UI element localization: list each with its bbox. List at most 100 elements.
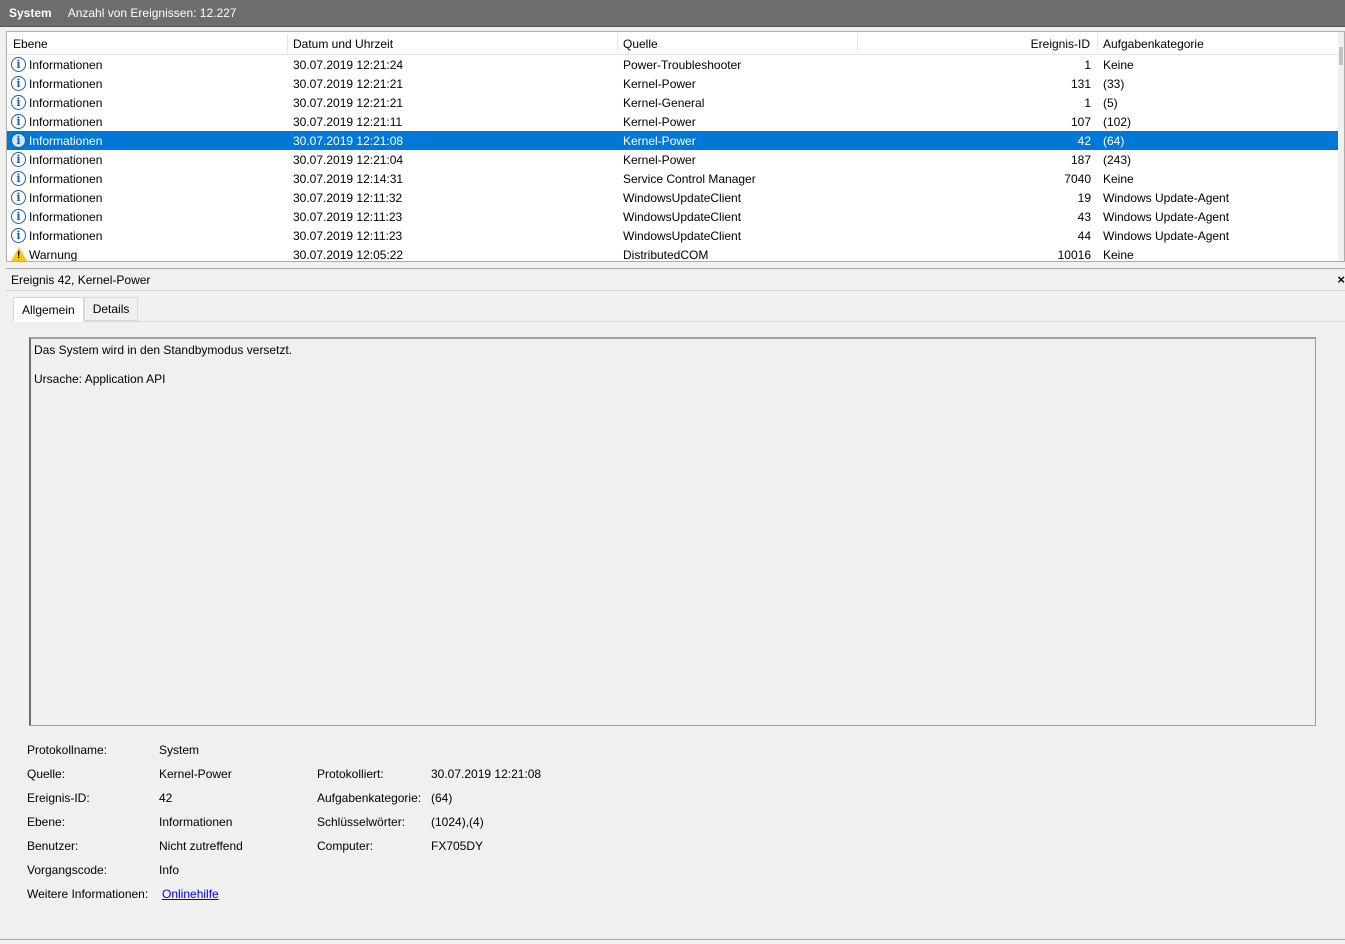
event-level-cell: Informationen [29, 191, 103, 205]
event-source-cell: Kernel-Power [623, 134, 696, 148]
event-rows: i Informationen 30.07.2019 12:21:24 Power-T… [7, 55, 1344, 262]
event-row[interactable]: i Informationen 30.07.2019 12:21:24 Power-T… [7, 55, 1338, 74]
event-task-cell: Windows Update-Agent [1103, 210, 1230, 224]
opcode-value: Info [159, 863, 180, 877]
event-row[interactable]: i Informationen 30.07.2019 12:11:32 Windows… [7, 188, 1338, 207]
computer-value: FX705DY [431, 839, 484, 853]
event-source-cell: DistributedCOM [623, 248, 709, 262]
event-message-box[interactable]: Das System wird in den Standbymodus vers… [29, 337, 1316, 726]
more-info-label: Weitere Informationen: [27, 887, 149, 901]
event-message-line: Ursache: Application API [34, 372, 166, 386]
event-row[interactable]: i Informationen 30.07.2019 12:14:31 Service… [7, 169, 1338, 188]
column-separator[interactable] [1097, 34, 1098, 53]
column-separator[interactable] [857, 34, 858, 53]
event-level-cell: Informationen [29, 134, 103, 148]
vertical-scrollbar[interactable] [1338, 32, 1344, 261]
info-icon: i [11, 190, 26, 205]
event-id-cell: 7040 [1064, 172, 1091, 186]
event-row[interactable]: i Informationen 30.07.2019 12:21:21 Kernel-… [7, 93, 1338, 112]
info-icon: i [11, 114, 26, 129]
event-date-cell: 30.07.2019 12:11:23 [293, 210, 403, 224]
event-id-label: Ereignis-ID: [27, 791, 90, 805]
tab-general[interactable]: Allgemein [13, 297, 84, 322]
event-level-cell: Warnung [29, 248, 78, 262]
column-header-level[interactable]: Ebene [13, 37, 48, 51]
online-help-link[interactable]: Onlinehilfe [162, 887, 219, 901]
title-bar: System Anzahl von Ereignissen: 12.227 [0, 0, 1345, 27]
event-task-cell: (5) [1103, 96, 1118, 110]
event-source-cell: WindowsUpdateClient [623, 191, 742, 205]
event-id-cell: 1 [1084, 96, 1091, 110]
bottom-border [0, 939, 1345, 940]
event-source-cell: Power-Troubleshooter [623, 58, 742, 72]
column-header-date[interactable]: Datum und Uhrzeit [293, 37, 393, 51]
event-message-line: Das System wird in den Standbymodus vers… [34, 343, 293, 357]
event-task-cell: Keine [1103, 248, 1134, 262]
event-date-cell: 30.07.2019 12:21:08 [293, 134, 404, 148]
column-header-task[interactable]: Aufgabenkategorie [1103, 37, 1204, 51]
logged-label: Protokolliert: [317, 767, 384, 781]
event-row[interactable]: i Informationen 30.07.2019 12:21:21 Kernel-… [7, 74, 1338, 93]
column-header-source[interactable]: Quelle [623, 37, 658, 51]
event-level-cell: Informationen [29, 153, 103, 167]
column-separator[interactable] [287, 34, 288, 53]
event-row[interactable]: i Informationen 30.07.2019 12:21:04 Kernel-… [7, 150, 1338, 169]
event-task-cell: (64) [1103, 134, 1125, 148]
event-date-cell: 30.07.2019 12:05:22 [293, 248, 404, 262]
event-date-cell: 30.07.2019 12:11:32 [293, 191, 403, 205]
event-source-cell: Kernel-General [623, 96, 705, 110]
event-date-cell: 30.07.2019 12:21:21 [293, 77, 404, 91]
event-date-cell: 30.07.2019 12:11:23 [293, 229, 403, 243]
event-id-cell: 1 [1084, 58, 1091, 72]
info-icon: i [11, 76, 26, 91]
warning-icon [11, 247, 27, 261]
event-detail-title: Ereignis 42, Kernel-Power [11, 272, 151, 287]
event-id-cell: 107 [1070, 115, 1091, 129]
event-row[interactable]: Warnung 30.07.2019 12:05:22 DistributedCOM… [7, 245, 1338, 262]
event-detail-title-bar: Ereignis 42, Kernel-Power × [6, 268, 1345, 291]
event-row[interactable]: i Informationen 30.07.2019 12:11:23 Windows… [7, 226, 1338, 245]
event-id-cell: 43 [1077, 210, 1091, 224]
event-date-cell: 30.07.2019 12:21:24 [293, 58, 404, 72]
event-row[interactable]: i Informationen 30.07.2019 12:21:11 Kernel-… [7, 112, 1338, 131]
opcode-label: Vorgangscode: [27, 863, 108, 877]
info-icon: i [11, 133, 26, 148]
event-source-cell: Kernel-Power [623, 153, 696, 167]
info-icon: i [11, 57, 26, 72]
event-id-cell: 10016 [1057, 248, 1091, 262]
event-task-cell: (102) [1103, 115, 1132, 129]
info-icon: i [11, 171, 26, 186]
event-row[interactable]: i Informationen 30.07.2019 12:21:08 Kernel-… [7, 131, 1338, 150]
event-level-cell: Informationen [29, 229, 103, 243]
column-header-event-id[interactable]: Ereignis-ID [1031, 37, 1090, 51]
event-source-cell: Kernel-Power [623, 77, 696, 91]
keywords-label: Schlüsselwörter: [317, 815, 406, 829]
user-label: Benutzer: [27, 839, 79, 853]
event-date-cell: 30.07.2019 12:14:31 [293, 172, 404, 186]
event-count-label: Anzahl von Ereignissen: 12.227 [67, 6, 237, 20]
column-separator[interactable] [617, 34, 618, 53]
log-name-value: System [159, 743, 200, 757]
event-task-cell: Keine [1103, 58, 1134, 72]
event-source-cell: WindowsUpdateClient [623, 229, 742, 243]
scrollbar-thumb[interactable] [1339, 47, 1343, 65]
event-task-cell: (243) [1103, 153, 1132, 167]
event-id-cell: 131 [1070, 77, 1091, 91]
info-icon: i [11, 228, 26, 243]
task-category-value: (64) [431, 791, 453, 805]
close-icon[interactable]: × [1337, 272, 1345, 287]
info-icon: i [11, 152, 26, 167]
event-task-cell: Windows Update-Agent [1103, 191, 1230, 205]
event-task-cell: Windows Update-Agent [1103, 229, 1230, 243]
tab-details[interactable]: Details [83, 297, 139, 321]
log-name-title: System [9, 6, 52, 20]
event-level-cell: Informationen [29, 58, 103, 72]
user-value: Nicht zutreffend [159, 839, 243, 853]
logged-value: 30.07.2019 12:21:08 [431, 767, 542, 781]
level-value: Informationen [159, 815, 233, 829]
event-level-cell: Informationen [29, 115, 103, 129]
event-row[interactable]: i Informationen 30.07.2019 12:11:23 Windows… [7, 207, 1338, 226]
event-date-cell: 30.07.2019 12:21:11 [293, 115, 403, 129]
log-name-label: Protokollname: [27, 743, 108, 757]
event-list[interactable]: Ebene Datum und Uhrzeit Quelle Ereignis-… [6, 31, 1345, 262]
